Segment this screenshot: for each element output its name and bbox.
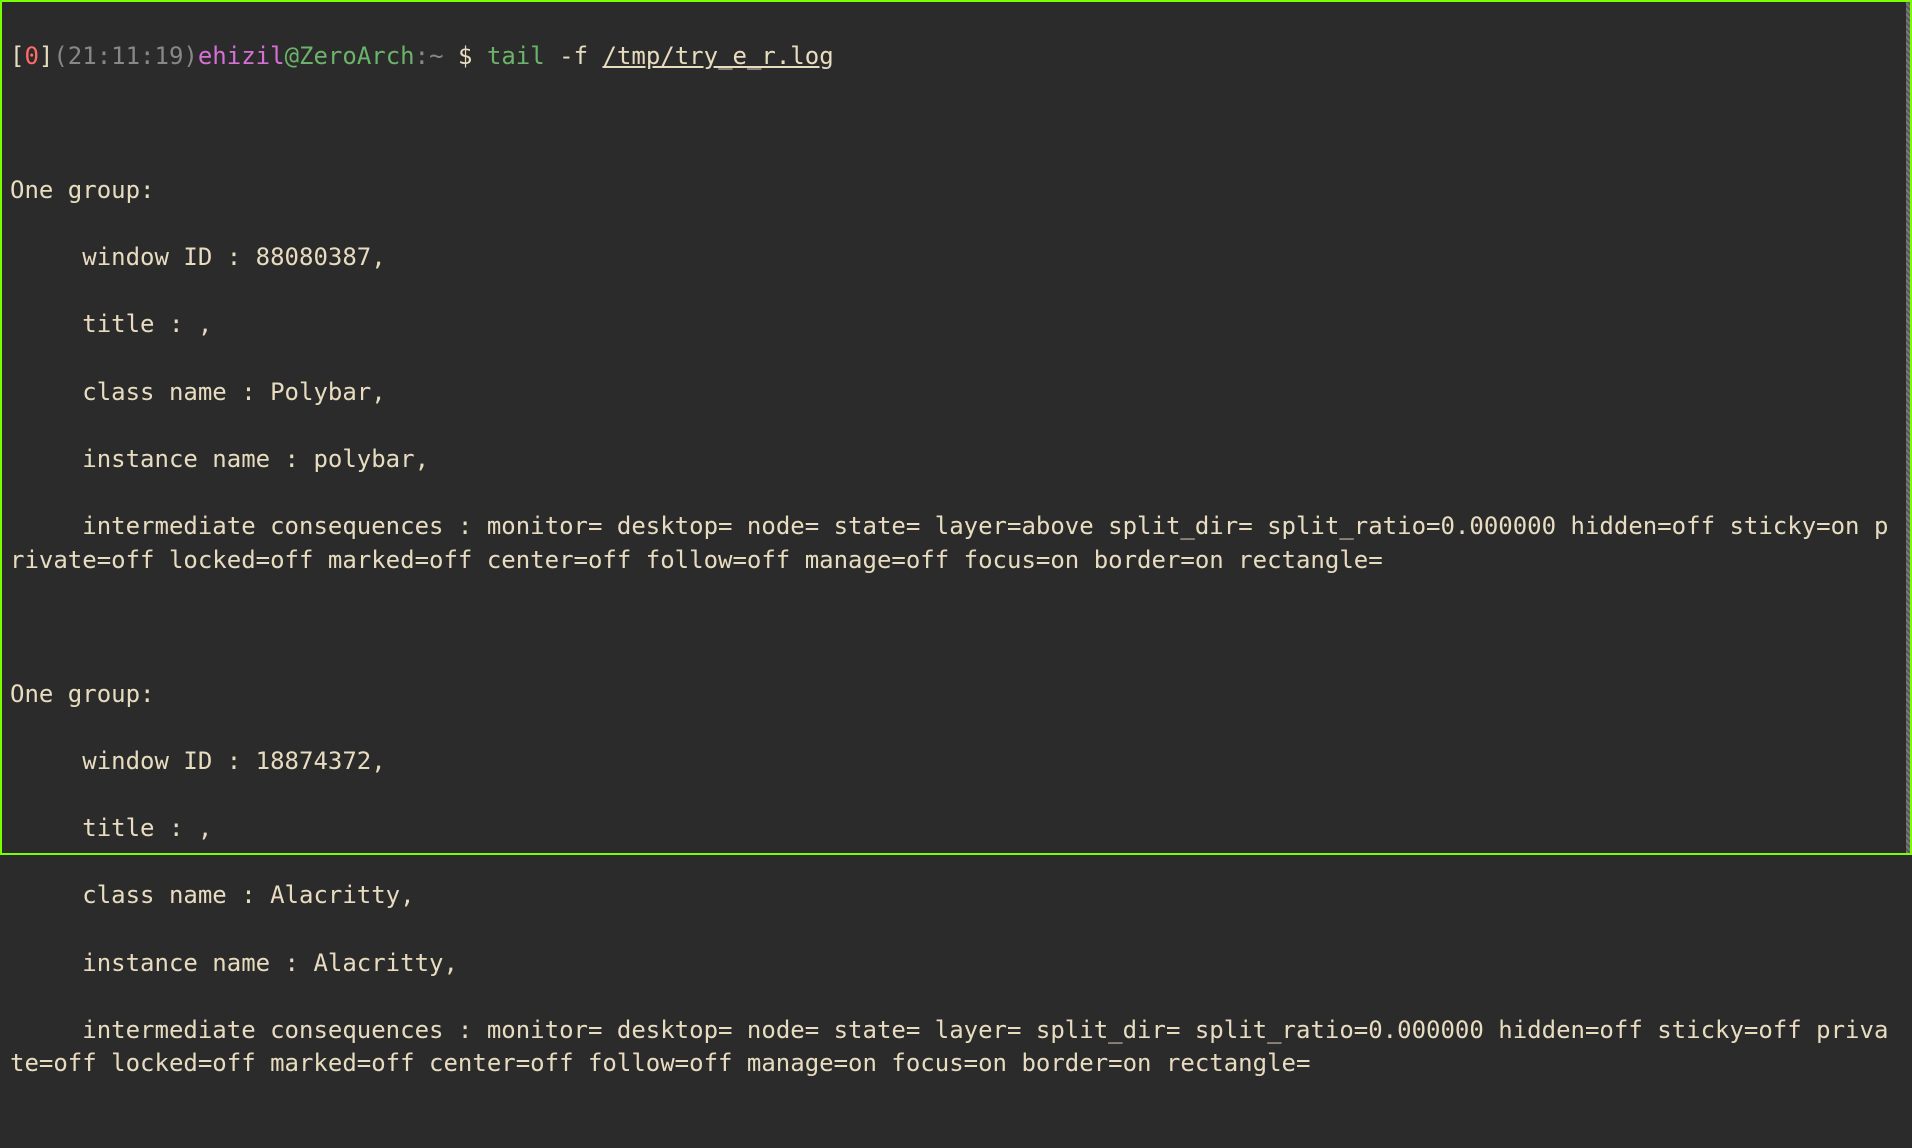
exit-code: 0	[24, 42, 38, 70]
prompt-host: ZeroArch	[299, 42, 415, 70]
prompt-at: @	[285, 42, 299, 70]
prompt-dollar: $	[444, 42, 487, 70]
terminal-window[interactable]: [0](21:11:19)ehizil@ZeroArch:~ $ tail -f…	[0, 0, 1912, 855]
consequences-line: intermediate consequences : monitor= des…	[10, 510, 1902, 577]
bracket-open: [	[10, 42, 24, 70]
command-path: /tmp/try_e_r.log	[602, 42, 833, 70]
instance-name-line: instance name : Alacritty,	[10, 947, 1902, 981]
command-flag: -f	[545, 42, 603, 70]
group-header: One group:	[10, 678, 1902, 712]
class-name-line: class name : Alacritty,	[10, 879, 1902, 913]
prompt-cwd: ~	[429, 42, 443, 70]
prompt-time: (21:11:19)	[53, 42, 198, 70]
window-id-line: window ID : 88080387,	[10, 241, 1902, 275]
command-name: tail	[487, 42, 545, 70]
bracket-close: ]	[39, 42, 53, 70]
class-name-line: class name : Polybar,	[10, 376, 1902, 410]
window-id-line: window ID : 18874372,	[10, 745, 1902, 779]
instance-name-line: instance name : polybar,	[10, 443, 1902, 477]
title-line: title : ,	[10, 308, 1902, 342]
prompt-colon: :	[415, 42, 429, 70]
title-line: title : ,	[10, 812, 1902, 846]
scrollbar[interactable]	[1906, 2, 1910, 853]
prompt-line: [0](21:11:19)ehizil@ZeroArch:~ $ tail -f…	[10, 40, 1902, 74]
group-header: One group:	[10, 174, 1902, 208]
consequences-line: intermediate consequences : monitor= des…	[10, 1014, 1902, 1081]
prompt-user: ehizil	[198, 42, 285, 70]
